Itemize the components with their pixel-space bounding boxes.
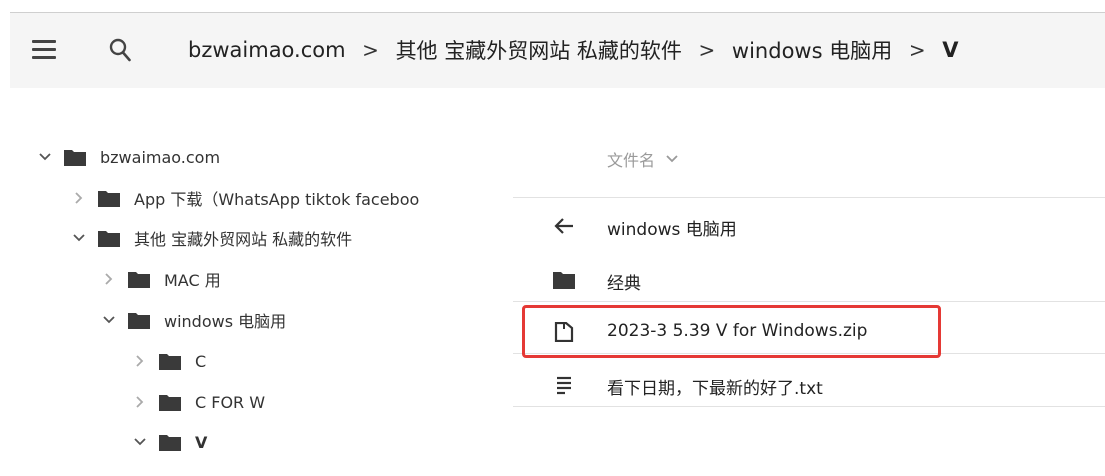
breadcrumb-item-other[interactable]: 其他 宝藏外贸网站 私藏的软件 [396,35,682,65]
text-file-icon [557,376,571,395]
chevron-right-icon[interactable] [102,272,116,286]
folder-icon [159,353,181,370]
list-item-folder[interactable]: 经典 [513,259,1105,302]
chevron-down-icon[interactable] [38,150,52,164]
tree-item-label: V [195,432,208,452]
chevron-down-icon[interactable] [133,435,147,449]
folder-icon [159,434,181,451]
back-arrow-icon [554,218,573,234]
menu-icon[interactable] [32,40,56,59]
breadcrumb: bzwaimao.com > 其他 宝藏外贸网站 私藏的软件 > windows… [188,35,958,65]
breadcrumb-item-current[interactable]: V [942,38,958,62]
chevron-down-icon [666,155,678,163]
folder-icon [64,149,86,166]
tree-item-c[interactable]: C [133,347,206,375]
tree-item-app[interactable]: App 下载（WhatsApp tiktok faceboo [72,184,419,212]
list-item-label: 经典 [607,274,641,294]
tree-item-label: windows 电脑用 [164,312,287,331]
tree-item-label: 其他 宝藏外贸网站 私藏的软件 [134,230,353,249]
list-divider [513,197,1105,198]
tree-item-c-for-w[interactable]: C FOR W [133,388,265,416]
breadcrumb-separator: > [362,38,379,62]
highlight-box [522,305,941,358]
folder-icon [98,230,120,247]
folder-icon [553,272,575,289]
tree-item-label: C [195,351,207,371]
breadcrumb-item-windows[interactable]: windows 电脑用 [732,35,892,65]
breadcrumb-item-root[interactable]: bzwaimao.com [188,38,346,62]
folder-icon [159,394,181,411]
sort-by-name-header[interactable]: 文件名 [607,147,679,171]
chevron-down-icon[interactable] [72,231,86,245]
folder-icon [128,312,150,329]
tree-item-label: bzwaimao.com [100,147,221,167]
tree-item-label: App 下载（WhatsApp tiktok faceboo [134,190,420,209]
breadcrumb-separator: > [908,38,926,62]
list-item-label: windows 电脑用 [607,220,737,240]
chevron-right-icon[interactable] [133,354,147,368]
search-icon[interactable] [108,37,132,63]
chevron-right-icon[interactable] [133,395,147,409]
chevron-right-icon[interactable] [72,191,86,205]
folder-icon [128,271,150,288]
tree-item-label: MAC 用 [164,271,221,290]
tree-item-other[interactable]: 其他 宝藏外贸网站 私藏的软件 [72,224,352,252]
tree-item-label: C FOR W [195,392,266,412]
chevron-down-icon[interactable] [102,313,116,327]
tree-item-windows[interactable]: windows 电脑用 [102,306,286,334]
tree-item-mac[interactable]: MAC 用 [102,265,221,293]
list-item-parent[interactable]: windows 电脑用 [513,205,1105,247]
folder-icon [98,190,120,207]
top-bar: bzwaimao.com > 其他 宝藏外贸网站 私藏的软件 > windows… [10,12,1105,88]
tree-item-root[interactable]: bzwaimao.com [38,143,220,171]
list-item-label: 看下日期，下最新的好了.txt [607,379,823,399]
breadcrumb-separator: > [698,38,716,62]
list-item-text-file[interactable]: 看下日期，下最新的好了.txt [513,364,1105,407]
tree-item-v[interactable]: V [133,428,207,456]
sort-label: 文件名 [607,151,656,170]
